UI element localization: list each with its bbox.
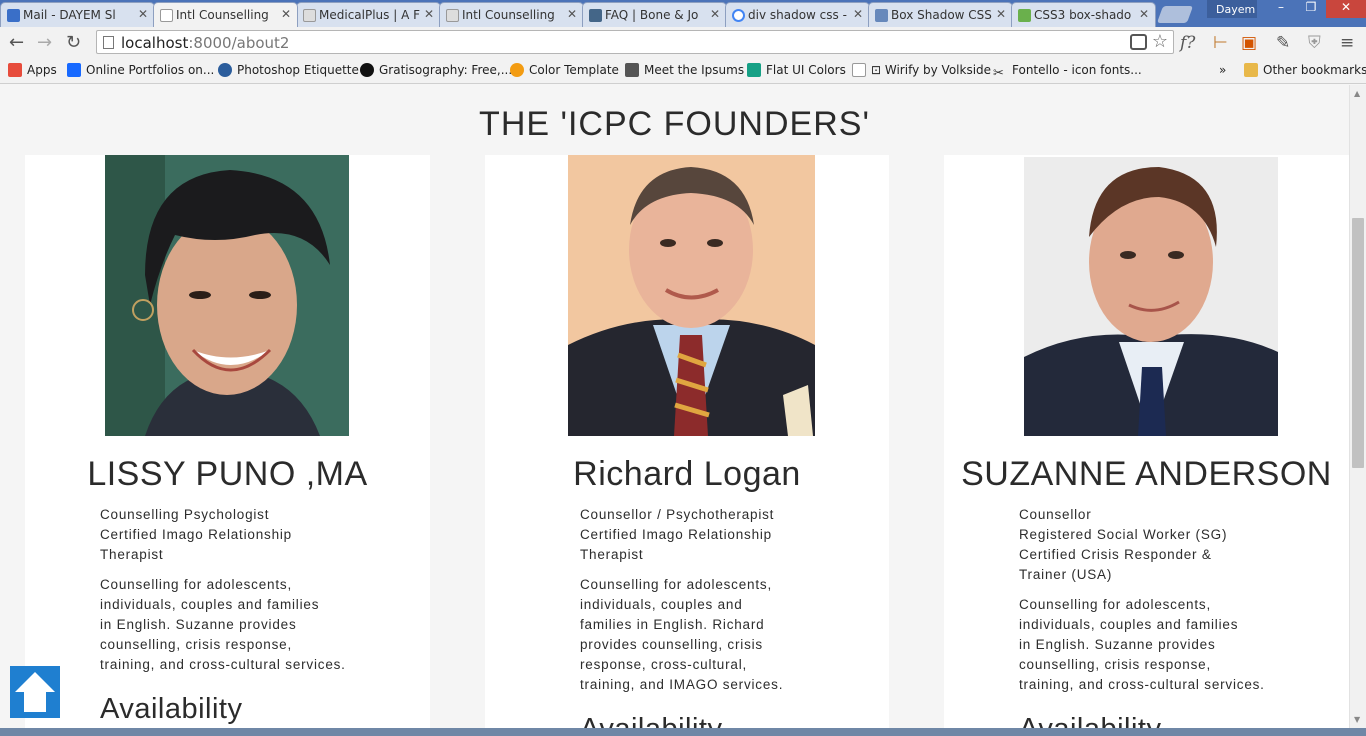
close-tab-icon[interactable]: ✕	[853, 7, 863, 21]
portrait-image	[568, 155, 815, 436]
browser-toolbar: ← → ↻ localhost:8000/about2 ☆ f? ⊢ ▣ ✎ ⛨…	[0, 27, 1366, 58]
address-bar[interactable]: localhost:8000/about2 ☆	[96, 30, 1174, 54]
founder-name: SUZANNE ANDERSON	[961, 455, 1332, 493]
close-tab-icon[interactable]: ✕	[138, 7, 148, 21]
scrollbar-thumb[interactable]	[1352, 218, 1364, 468]
close-window-button[interactable]: ✕	[1326, 0, 1366, 18]
tab-google-search[interactable]: div shadow css - ✕	[725, 2, 870, 27]
availability-heading: Availability	[1019, 713, 1161, 728]
close-tab-icon[interactable]: ✕	[1139, 7, 1149, 21]
founder-photo	[1024, 157, 1278, 436]
tab-css3-box-shadow[interactable]: CSS3 box-shado ✕	[1011, 2, 1156, 27]
bookmark-color-template[interactable]: Color Template	[510, 63, 619, 77]
founder-roles: Counsellor / Psychotherapist Certified I…	[580, 507, 775, 562]
page-icon	[103, 36, 114, 49]
founder-roles: Counselling Psychologist Certified Imago…	[100, 507, 292, 562]
founder-description: Counselling for adolescents, individuals…	[580, 577, 784, 692]
page-icon	[160, 9, 173, 22]
page-title: THE 'ICPC FOUNDERS'	[479, 105, 870, 143]
user-profile-badge[interactable]: Dayem	[1207, 0, 1257, 18]
ipsum-icon	[625, 63, 639, 77]
tab-box-shadow[interactable]: Box Shadow CSS ✕	[868, 2, 1013, 27]
bookmark-flat-ui-colors[interactable]: Flat UI Colors	[747, 63, 846, 77]
google-icon	[732, 9, 745, 22]
site-icon	[589, 9, 602, 22]
bookmark-apps[interactable]: Apps	[8, 63, 57, 77]
close-tab-icon[interactable]: ✕	[996, 7, 1006, 21]
portrait-image	[1024, 157, 1278, 436]
maximize-button[interactable]: ❐	[1296, 0, 1326, 18]
vertical-scrollbar[interactable]: ▲ ▼	[1349, 85, 1366, 728]
scroll-up-arrow-icon[interactable]: ▲	[1354, 89, 1360, 98]
page-icon	[446, 9, 459, 22]
founder-description: Counselling for adolescents, individuals…	[100, 577, 346, 672]
founder-photo	[105, 155, 349, 436]
availability-heading: Availability	[100, 693, 243, 725]
url-text: localhost:8000/about2	[121, 34, 290, 52]
page-icon	[303, 9, 316, 22]
forward-arrow-icon[interactable]: →	[37, 32, 52, 53]
close-tab-icon[interactable]: ✕	[281, 7, 291, 21]
arrow-up-icon	[15, 672, 55, 712]
menu-icon[interactable]: ≡	[1340, 33, 1354, 53]
founder-card: SUZANNE ANDERSON Counsellor Registered S…	[944, 155, 1349, 728]
folder-icon	[1244, 63, 1258, 77]
scroll-down-arrow-icon[interactable]: ▼	[1354, 715, 1360, 724]
tab-medicalplus[interactable]: MedicalPlus | A F ✕	[296, 2, 441, 27]
tab-intl-counselling-active[interactable]: Intl Counselling ✕	[153, 2, 298, 27]
page-viewport: THE 'ICPC FOUNDERS' LISSY PUNO ,MA Couns…	[0, 85, 1349, 728]
bookmark-fontello[interactable]: ✂ Fontello - icon fonts...	[993, 63, 1142, 81]
bookmark-wirify[interactable]: ⊡ Wirify by Volkside	[852, 63, 991, 77]
mail-icon	[7, 9, 20, 22]
gratisography-icon	[360, 63, 374, 77]
site-icon	[875, 9, 888, 22]
new-badge-icon[interactable]: ▣	[1241, 33, 1257, 53]
page-icon	[852, 63, 866, 77]
close-tab-icon[interactable]: ✕	[567, 7, 577, 21]
shield-icon[interactable]: ⛨	[1308, 33, 1321, 53]
founder-card: Richard Logan Counsellor / Psychotherapi…	[485, 155, 889, 728]
photoshop-icon	[218, 63, 232, 77]
bookmark-photoshop-etiquette[interactable]: Photoshop Etiquette	[218, 63, 359, 77]
color-wheel-icon	[510, 63, 524, 77]
tab-strip: Mail - DAYEM Sl ✕ Intl Counselling ✕ Med…	[0, 0, 1366, 27]
behance-icon	[67, 63, 81, 77]
apps-grid-icon	[8, 63, 22, 77]
founder-name: Richard Logan	[573, 455, 801, 493]
bookmark-online-portfolios[interactable]: Online Portfolios on...	[67, 63, 214, 77]
ruler-icon[interactable]: ⊢	[1213, 33, 1228, 53]
back-arrow-icon[interactable]: ←	[9, 32, 24, 53]
minimize-button[interactable]: –	[1266, 0, 1296, 18]
new-tab-button[interactable]	[1156, 6, 1194, 23]
founder-roles: Counsellor Registered Social Worker (SG)…	[1019, 507, 1228, 582]
bookmark-meet-the-ipsums[interactable]: Meet the Ipsums	[625, 63, 744, 77]
bookmark-star-icon[interactable]: ☆	[1152, 31, 1168, 52]
tab-mail[interactable]: Mail - DAYEM Sl ✕	[0, 2, 155, 27]
bookmarks-overflow-chevron[interactable]: »	[1219, 63, 1226, 77]
flat-ui-icon	[747, 63, 761, 77]
bookmark-gratisography[interactable]: Gratisography: Free,...	[360, 63, 512, 77]
eyedropper-icon[interactable]: ✎	[1276, 33, 1290, 53]
bookmark-other-bookmarks[interactable]: Other bookmarks	[1244, 63, 1366, 77]
close-tab-icon[interactable]: ✕	[710, 7, 720, 21]
founder-description: Counselling for adolescents, individuals…	[1019, 597, 1265, 692]
founder-card: LISSY PUNO ,MA Counselling Psychologist …	[25, 155, 430, 728]
scroll-to-top-button[interactable]	[10, 666, 60, 718]
tab-faq-bone[interactable]: FAQ | Bone & Jo ✕	[582, 2, 727, 27]
portrait-image	[105, 155, 349, 436]
bookmarks-bar: Apps Online Portfolios on... Photoshop E…	[0, 58, 1366, 84]
scissors-icon: ✂	[993, 66, 1004, 81]
close-tab-icon[interactable]: ✕	[424, 7, 434, 21]
font-finder-icon[interactable]: f?	[1180, 33, 1195, 53]
extension-icon[interactable]	[1130, 34, 1147, 50]
founder-name: LISSY PUNO ,MA	[87, 455, 368, 493]
founder-photo	[568, 155, 815, 436]
css3-icon	[1018, 9, 1031, 22]
tab-intl-counselling[interactable]: Intl Counselling ✕	[439, 2, 584, 27]
reload-icon[interactable]: ↻	[66, 32, 81, 53]
availability-heading: Availability	[580, 713, 722, 728]
os-taskbar	[0, 728, 1366, 736]
